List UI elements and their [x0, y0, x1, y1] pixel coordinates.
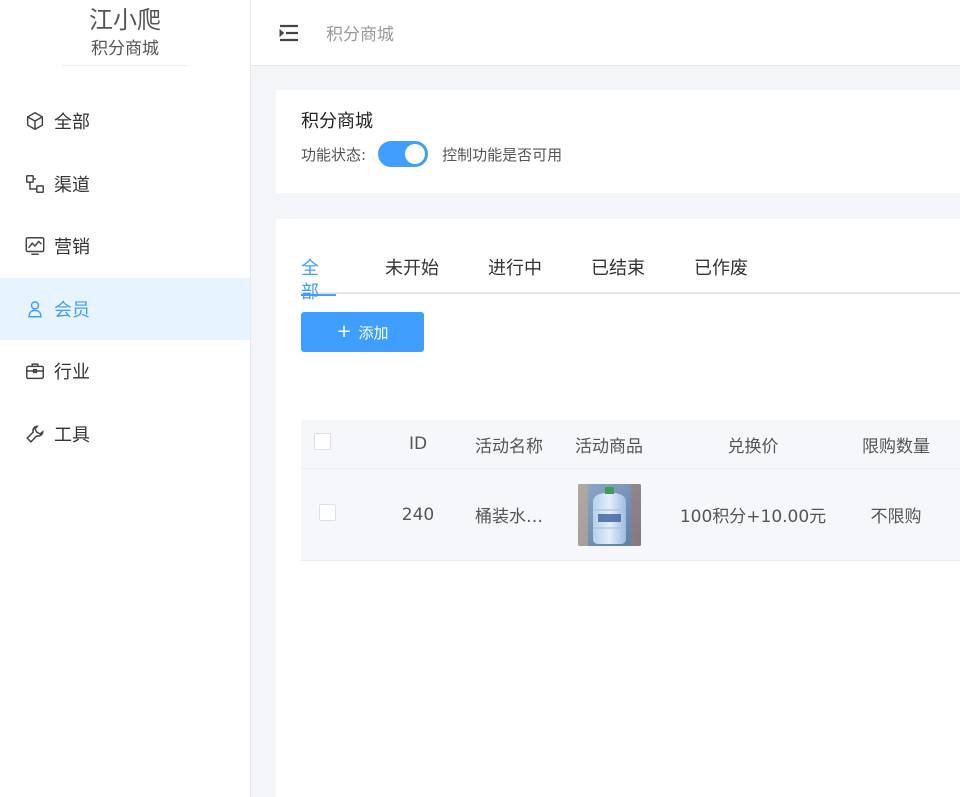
- header-cell-product: 活动商品: [575, 436, 643, 457]
- row-cell-price: 100积分+10.00元: [679, 507, 827, 527]
- sidebar-item-label: 全部: [54, 112, 90, 133]
- header-cell-select: [301, 433, 353, 455]
- activity-card: 全部 未开始 进行中 已结束 已作废 + 添加 ID 活动名称 活动商品 兑换价…: [276, 219, 960, 797]
- sidebar-item-member[interactable]: 会员: [0, 277, 250, 340]
- add-button[interactable]: + 添加: [301, 312, 424, 352]
- table-row: 240 桶装水… 100积分+10.00元 不限购: [301, 469, 960, 561]
- menu-fold-icon: [279, 24, 298, 41]
- user-icon: [24, 298, 46, 320]
- select-all-checkbox[interactable]: [314, 433, 331, 450]
- brand-subtitle: 积分商城: [91, 38, 159, 59]
- row-cell-id: 240: [401, 504, 435, 525]
- briefcase-icon: [24, 360, 46, 382]
- brand-title: 江小爬: [89, 5, 161, 34]
- header-cell-price: 兑换价: [727, 436, 779, 457]
- sidebar-item-industry[interactable]: 行业: [0, 340, 250, 402]
- add-button-label: 添加: [358, 323, 389, 342]
- sidebar: 江小爬 积分商城 全部 渠道 营销 会员 行业 工具: [0, 0, 251, 797]
- toggle-knob: [405, 144, 426, 164]
- sidebar-item-marketing[interactable]: 营销: [0, 215, 250, 277]
- product-thumbnail[interactable]: [577, 483, 641, 546]
- sidebar-item-label: 渠道: [54, 174, 90, 196]
- status-tabs: 全部 未开始 进行中 已结束 已作废: [301, 257, 960, 303]
- sidebar-nav: 全部 渠道 营销 会员 行业 工具: [0, 90, 250, 465]
- row-cell-select: [301, 503, 353, 526]
- sidebar-item-all[interactable]: 全部: [0, 90, 250, 152]
- sidebar-item-tools[interactable]: 工具: [0, 403, 250, 465]
- chart-icon: [24, 235, 46, 257]
- settings-card: 积分商城 功能状态: 控制功能是否可用: [276, 90, 960, 193]
- table-header: ID 活动名称 活动商品 兑换价 限购数量: [301, 420, 960, 469]
- feature-toggle[interactable]: [378, 141, 429, 167]
- sidebar-item-label: 营销: [54, 237, 90, 258]
- tab-not-started[interactable]: 未开始: [385, 257, 439, 294]
- row-checkbox[interactable]: [319, 503, 336, 521]
- row-cell-name: 桶装水…: [475, 507, 543, 527]
- activity-table: ID 活动名称 活动商品 兑换价 限购数量 240 桶装水… 100积分+10.…: [301, 420, 960, 561]
- tab-all[interactable]: 全部: [301, 257, 336, 303]
- wrench-icon: [24, 423, 46, 445]
- row-cell-product: [553, 483, 665, 546]
- header-cell-limit: 限购数量: [862, 436, 930, 457]
- sidebar-item-label: 行业: [54, 362, 90, 383]
- header-cell-name: 活动名称: [475, 436, 543, 457]
- status-row: 功能状态: 控制功能是否可用: [301, 141, 562, 167]
- header-cell-id: ID: [408, 434, 428, 454]
- row-cell-limit: 不限购: [870, 507, 922, 527]
- plus-icon: +: [336, 321, 352, 342]
- channel-icon: [24, 173, 46, 195]
- cube-icon: [24, 110, 46, 132]
- menu-toggle-button[interactable]: [278, 23, 300, 43]
- page-title: 积分商城: [301, 111, 373, 132]
- status-label: 功能状态:: [301, 145, 367, 164]
- sidebar-item-channel[interactable]: 渠道: [0, 153, 250, 215]
- tab-voided[interactable]: 已作废: [694, 257, 748, 294]
- status-description: 控制功能是否可用: [442, 145, 563, 164]
- sidebar-item-label: 会员: [54, 299, 90, 321]
- breadcrumb: 积分商城: [326, 25, 394, 45]
- tab-in-progress[interactable]: 进行中: [488, 257, 542, 294]
- brand: 江小爬 积分商城: [62, 0, 188, 66]
- sidebar-item-label: 工具: [54, 424, 90, 446]
- tab-ended[interactable]: 已结束: [591, 257, 645, 294]
- top-header: 积分商城: [251, 0, 960, 66]
